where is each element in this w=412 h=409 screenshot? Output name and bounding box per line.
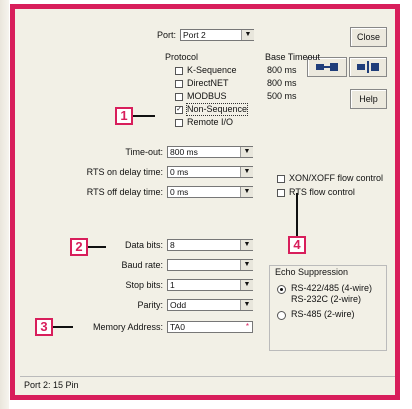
port-setup-dialog: Port: Port 2 ▼ Close Help Protocol K-Seq…	[10, 4, 400, 400]
parity-label: Parity:	[137, 300, 163, 310]
callout-2: 2	[70, 238, 88, 256]
dropdown-arrow-icon: ▼	[240, 260, 253, 270]
memory-address-value: TA0	[170, 322, 185, 332]
screenshot-frame: Port: Port 2 ▼ Close Help Protocol K-Seq…	[0, 0, 412, 409]
stop-bits-select[interactable]: 1 ▼	[167, 279, 253, 291]
stop-bits-label: Stop bits:	[125, 280, 163, 290]
stop-bits-value: 1	[170, 280, 175, 290]
port-select-value: Port 2	[183, 30, 206, 40]
protocol-modbus-label: MODBUS	[187, 91, 227, 101]
rts-on-delay-value: 0 ms	[170, 167, 189, 177]
protocol-k-sequence-label: K-Sequence	[187, 65, 237, 75]
protocol-directnet-label: DirectNET	[187, 78, 229, 88]
port-label: Port:	[156, 30, 176, 40]
dropdown-arrow-icon: ▼	[240, 280, 253, 290]
rts-flow-checkbox[interactable]	[277, 189, 285, 197]
parity-select[interactable]: Odd ▼	[167, 299, 253, 311]
base-timeout-value-3: 500 ms	[267, 91, 297, 101]
callout-3: 3	[35, 318, 53, 336]
rts-on-delay-select[interactable]: 0 ms ▼	[167, 166, 253, 178]
echo-option-2-radio[interactable]	[277, 311, 286, 320]
port-select[interactable]: Port 2 ▼	[180, 29, 254, 41]
rts-off-delay-label: RTS off delay time:	[86, 187, 163, 197]
required-marker: *	[245, 322, 249, 331]
timeout-value: 800 ms	[170, 147, 198, 157]
xon-xoff-checkbox[interactable]	[277, 175, 285, 183]
dropdown-arrow-icon: ▼	[240, 147, 253, 157]
xon-xoff-label: XON/XOFF flow control	[289, 173, 384, 183]
status-text: Port 2: 15 Pin	[24, 380, 79, 390]
dropdown-arrow-icon: ▼	[240, 240, 253, 250]
close-button[interactable]: Close	[350, 27, 387, 47]
rts-flow-label: RTS flow control	[289, 187, 355, 197]
protocol-k-sequence-checkbox[interactable]	[175, 67, 183, 75]
protocol-label: Protocol	[165, 52, 199, 62]
baud-rate-select[interactable]: ▼	[167, 259, 253, 271]
protocol-non-sequence-label: Non-Sequence	[185, 103, 249, 116]
echo-suppression-label: Echo Suppression	[273, 267, 351, 278]
protocol-non-sequence-checkbox[interactable]: ✓	[175, 106, 183, 114]
memory-address-input[interactable]: TA0 *	[167, 321, 253, 333]
disconnect-button[interactable]	[349, 57, 387, 77]
rts-off-delay-select[interactable]: 0 ms ▼	[167, 186, 253, 198]
checkmark-icon: ✓	[176, 106, 182, 113]
dropdown-arrow-icon: ▼	[240, 300, 253, 310]
data-bits-select[interactable]: 8 ▼	[167, 239, 253, 251]
base-timeout-value-1: 800 ms	[267, 65, 297, 75]
rts-off-delay-value: 0 ms	[170, 187, 189, 197]
echo-option-1-radio[interactable]	[277, 285, 286, 294]
protocol-remote-io-checkbox[interactable]	[175, 119, 183, 127]
baud-rate-label: Baud rate:	[121, 260, 163, 270]
timeout-label: Time-out:	[125, 147, 163, 157]
echo-option-2-label: RS-485 (2-wire)	[291, 309, 355, 319]
memory-address-label: Memory Address:	[92, 322, 163, 332]
callout-1: 1	[115, 107, 133, 125]
protocol-modbus-checkbox[interactable]	[175, 93, 183, 101]
echo-option-1-line1: RS-422/485 (4-wire)	[291, 283, 373, 293]
callout-4-leader	[296, 193, 298, 236]
parity-value: Odd	[170, 300, 187, 310]
base-timeout-label: Base Timeout	[265, 52, 321, 62]
callout-1-leader	[133, 115, 155, 117]
callout-4: 4	[288, 236, 306, 254]
background-edge	[0, 0, 9, 409]
data-bits-value: 8	[170, 240, 175, 250]
help-button[interactable]: Help	[350, 89, 387, 109]
protocol-directnet-checkbox[interactable]	[175, 80, 183, 88]
protocol-remote-io-label: Remote I/O	[187, 117, 234, 127]
disconnect-icon	[357, 61, 379, 73]
dropdown-arrow-icon: ▼	[241, 30, 254, 40]
dropdown-arrow-icon: ▼	[240, 167, 253, 177]
base-timeout-value-2: 800 ms	[267, 78, 297, 88]
rts-on-delay-label: RTS on delay time:	[86, 167, 163, 177]
callout-2-leader	[88, 246, 106, 248]
dropdown-arrow-icon: ▼	[240, 187, 253, 197]
timeout-select[interactable]: 800 ms ▼	[167, 146, 253, 158]
callout-3-leader	[53, 326, 73, 328]
status-bar: Port 2: 15 Pin	[20, 376, 395, 394]
echo-option-1-line2: RS-232C (2-wire)	[291, 294, 362, 304]
